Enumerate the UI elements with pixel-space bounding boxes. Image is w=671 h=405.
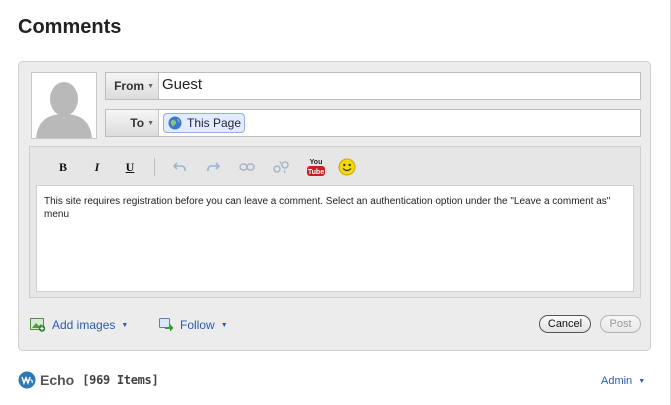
cancel-button[interactable]: Cancel: [539, 315, 591, 333]
chevron-down-icon: ▼: [147, 82, 154, 90]
chevron-down-icon: ▼: [147, 119, 154, 127]
unlink-icon: [273, 160, 289, 174]
svg-text:You: You: [310, 159, 323, 166]
from-label-text: From: [114, 79, 145, 93]
from-value[interactable]: Guest: [162, 76, 202, 93]
to-recipient-text: This Page: [187, 116, 242, 130]
add-images-label: Add images: [52, 318, 116, 332]
admin-menu[interactable]: Admin ▼: [601, 375, 645, 387]
avatar-silhouette-icon: [32, 73, 96, 138]
bold-button[interactable]: B: [54, 159, 72, 175]
add-images-link[interactable]: Add images ▼: [30, 318, 128, 332]
item-count: [969 Items]: [82, 373, 159, 387]
chevron-down-icon: ▼: [638, 377, 646, 385]
echo-logo-icon: [18, 371, 36, 389]
link-button[interactable]: [238, 159, 256, 175]
toolbar-divider: [154, 158, 155, 176]
redo-icon: [207, 162, 220, 172]
editor-toolbar: B I U You Tube: [30, 147, 640, 185]
from-field[interactable]: From ▼ Guest: [105, 72, 641, 100]
link-icon: [239, 163, 255, 171]
svg-text:Tube: Tube: [308, 169, 324, 176]
echo-branding: Echo [969 Items]: [18, 371, 159, 389]
add-image-icon: [30, 318, 46, 332]
italic-button[interactable]: I: [88, 159, 106, 175]
admin-label: Admin: [601, 375, 633, 387]
to-field[interactable]: To ▼ This Page: [105, 109, 641, 137]
undo-icon: [173, 162, 186, 172]
follow-label: Follow: [180, 318, 215, 332]
comment-composer: From ▼ Guest To ▼ This Page B I U You Tu…: [18, 61, 651, 351]
avatar: [31, 72, 97, 139]
underline-button[interactable]: U: [121, 159, 139, 175]
echo-brand-text: Echo: [40, 372, 75, 388]
post-button[interactable]: Post: [600, 315, 641, 333]
youtube-icon: You Tube: [307, 159, 325, 176]
smiley-icon: [338, 158, 356, 176]
follow-link[interactable]: Follow ▼: [159, 318, 228, 332]
from-label[interactable]: From ▼: [106, 73, 159, 99]
rich-text-editor: B I U You Tube This site requires regist…: [29, 146, 641, 298]
comment-textarea[interactable]: This site requires registration before y…: [36, 185, 634, 292]
redo-button[interactable]: [204, 159, 222, 175]
to-label-text: To: [130, 116, 145, 130]
chevron-down-icon: ▼: [121, 321, 129, 329]
globe-icon: [168, 116, 182, 130]
page-title: Comments: [18, 16, 122, 38]
unlink-button[interactable]: [272, 159, 290, 175]
follow-icon: [159, 318, 174, 332]
youtube-button[interactable]: You Tube: [306, 156, 326, 178]
undo-button[interactable]: [171, 159, 189, 175]
to-label[interactable]: To ▼: [106, 110, 159, 136]
emoji-button[interactable]: [337, 157, 357, 177]
chevron-down-icon: ▼: [220, 321, 228, 329]
to-recipient-chip[interactable]: This Page: [163, 113, 245, 133]
